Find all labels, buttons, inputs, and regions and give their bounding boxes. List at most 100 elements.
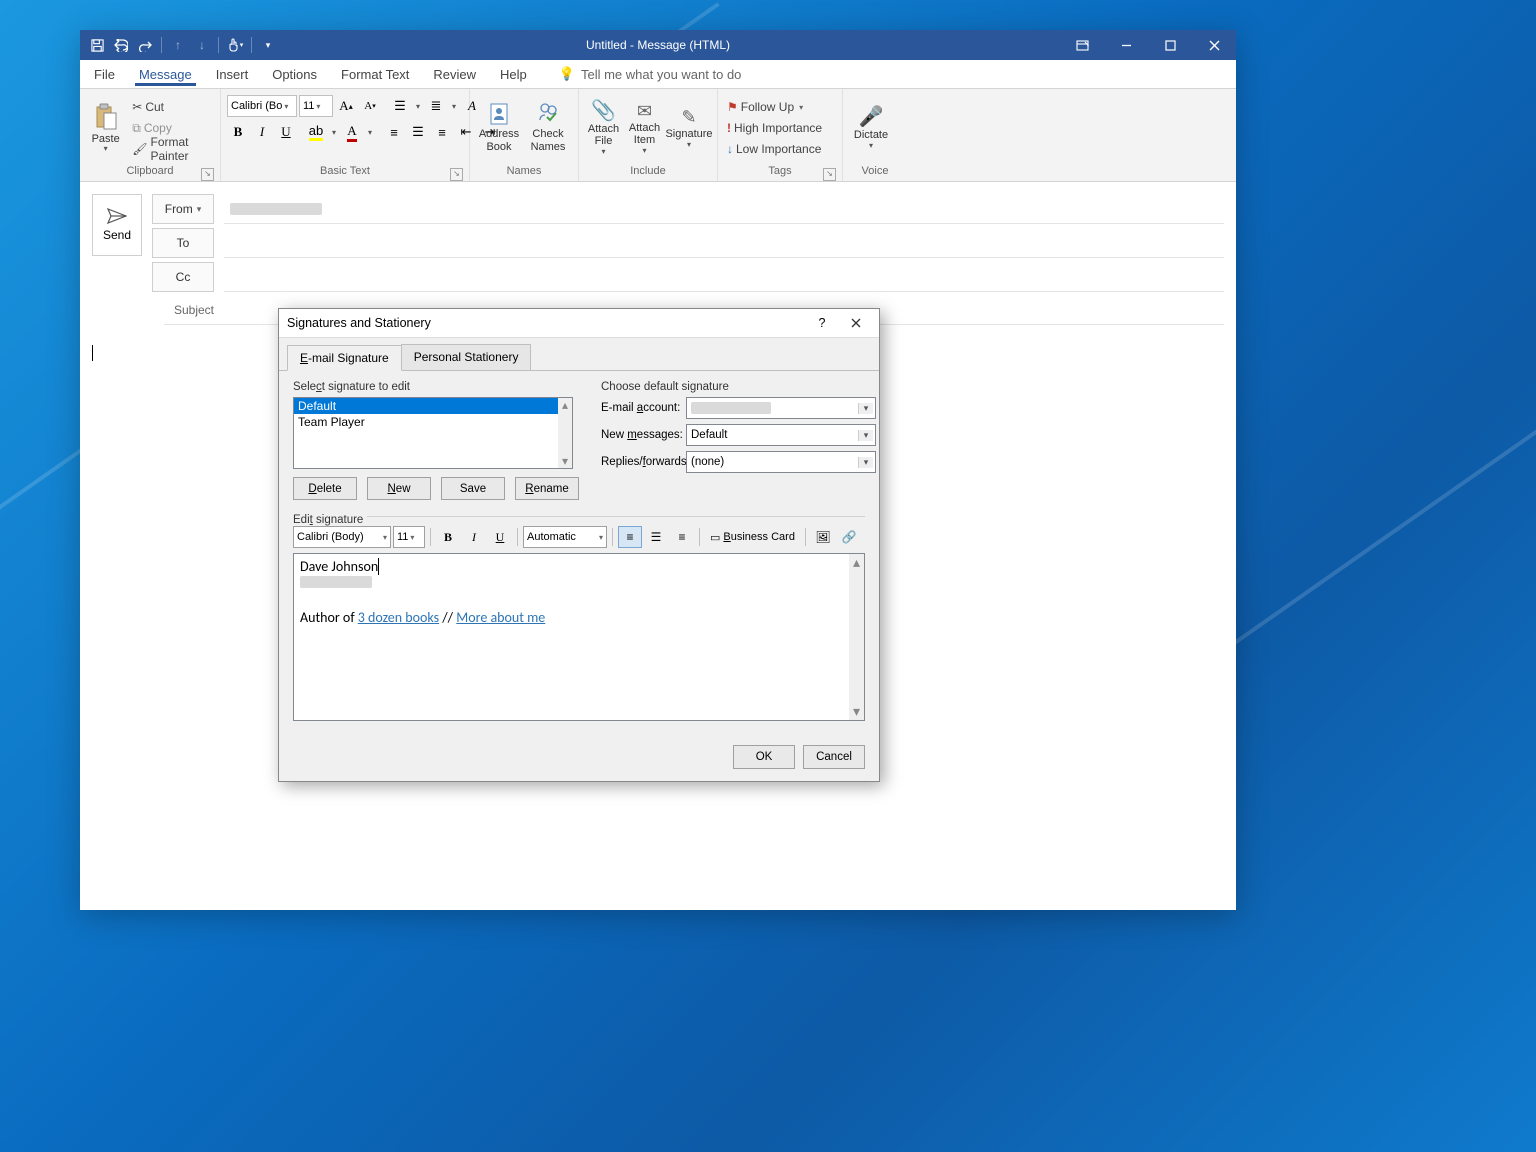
- highlight-icon[interactable]: ab: [305, 121, 327, 143]
- cancel-button[interactable]: Cancel: [803, 745, 865, 769]
- qat-customize-icon[interactable]: ▾: [257, 34, 279, 56]
- save-icon[interactable]: [86, 34, 108, 56]
- quick-access-toolbar: ↑ ↓ ▾ ▾: [80, 30, 285, 60]
- italic-icon[interactable]: I: [462, 526, 486, 548]
- list-item[interactable]: Team Player: [294, 414, 572, 430]
- from-field[interactable]: [224, 195, 1224, 224]
- paste-button[interactable]: Paste ▾: [86, 94, 125, 162]
- send-button[interactable]: Send: [92, 194, 142, 256]
- underline-icon[interactable]: U: [275, 121, 297, 143]
- align-left-icon[interactable]: ≡: [618, 526, 642, 548]
- dialog-launcher-icon[interactable]: ↘: [450, 168, 463, 181]
- scrollbar[interactable]: ▴▾: [558, 398, 572, 468]
- undo-icon[interactable]: [110, 34, 132, 56]
- insert-link-icon[interactable]: 🔗: [837, 526, 861, 548]
- ribbon-display-icon[interactable]: [1060, 30, 1104, 60]
- signature-button[interactable]: ✎Signature▾: [667, 94, 711, 162]
- align-center-icon[interactable]: ☰: [407, 121, 429, 143]
- sig-size-select[interactable]: 11▾: [393, 526, 425, 548]
- font-name-select[interactable]: Calibri (Bo▾: [227, 95, 297, 117]
- tab-file[interactable]: File: [82, 63, 127, 85]
- save-button[interactable]: Save: [441, 477, 505, 500]
- titlebar: ↑ ↓ ▾ ▾ Untitled - Message (HTML): [80, 30, 1236, 60]
- bullets-icon[interactable]: ☰: [389, 95, 411, 117]
- new-messages-select[interactable]: Default▾: [686, 424, 876, 446]
- tab-insert[interactable]: Insert: [204, 63, 261, 85]
- tab-email-signature[interactable]: E-mail Signature: [287, 345, 402, 371]
- format-painter-button[interactable]: 🖌Format Painter: [129, 139, 214, 159]
- tab-format-text[interactable]: Format Text: [329, 63, 421, 85]
- touch-mode-icon[interactable]: ▾: [224, 34, 246, 56]
- new-button[interactable]: New: [367, 477, 431, 500]
- align-center-icon[interactable]: ☰: [644, 526, 668, 548]
- maximize-button[interactable]: [1148, 30, 1192, 60]
- tell-me-search[interactable]: 💡 Tell me what you want to do: [559, 66, 742, 82]
- email-account-select[interactable]: ▾: [686, 397, 876, 419]
- cut-button[interactable]: ✂Cut: [129, 97, 214, 117]
- tab-message[interactable]: Message: [127, 63, 204, 85]
- names-group-label: Names: [507, 165, 542, 177]
- copy-button[interactable]: ⧉Copy: [129, 118, 214, 138]
- dialog-launcher-icon[interactable]: ↘: [201, 168, 214, 181]
- italic-icon[interactable]: I: [251, 121, 273, 143]
- address-book-button[interactable]: Address Book: [476, 94, 522, 162]
- sig-color-select[interactable]: Automatic▾: [523, 526, 607, 548]
- to-field[interactable]: [224, 229, 1224, 258]
- redo-icon[interactable]: [134, 34, 156, 56]
- signature-list[interactable]: Default Team Player ▴▾: [293, 397, 573, 469]
- ok-button[interactable]: OK: [733, 745, 795, 769]
- to-button[interactable]: To: [152, 228, 214, 258]
- from-button[interactable]: From ▾: [152, 194, 214, 224]
- attach-item-button[interactable]: ✉Attach Item▾: [626, 94, 663, 162]
- choose-default-label: Choose default signature: [601, 381, 876, 393]
- dialog-close-button[interactable]: [841, 312, 871, 334]
- grow-font-icon[interactable]: A▴: [335, 95, 357, 117]
- delete-button[interactable]: Delete: [293, 477, 357, 500]
- align-right-icon[interactable]: ≡: [670, 526, 694, 548]
- help-button[interactable]: ?: [807, 312, 837, 334]
- tab-review[interactable]: Review: [421, 63, 488, 85]
- replies-select[interactable]: (none)▾: [686, 451, 876, 473]
- sig-font-select[interactable]: Calibri (Body)▾: [293, 526, 391, 548]
- clipboard-group-label: Clipboard: [126, 165, 173, 177]
- envelope-icon: ✉: [637, 101, 652, 122]
- dictate-button[interactable]: 🎤Dictate▾: [849, 94, 893, 162]
- signature-editor[interactable]: Dave Johnson Author of 3 dozen books // …: [293, 553, 865, 721]
- follow-up-button[interactable]: ⚑Follow Up▾: [724, 97, 836, 117]
- align-right-icon[interactable]: ≡: [431, 121, 453, 143]
- microphone-icon: 🎤: [859, 106, 884, 129]
- list-item[interactable]: Default: [294, 398, 572, 414]
- link-books[interactable]: 3 dozen books: [358, 609, 439, 626]
- previous-icon[interactable]: ↑: [167, 34, 189, 56]
- tab-options[interactable]: Options: [260, 63, 329, 85]
- include-group-label: Include: [630, 165, 665, 177]
- attach-file-button[interactable]: 📎Attach File▾: [585, 94, 622, 162]
- link-more[interactable]: More about me: [456, 609, 545, 626]
- close-button[interactable]: [1192, 30, 1236, 60]
- bold-icon[interactable]: B: [436, 526, 460, 548]
- low-importance-button[interactable]: ↓Low Importance: [724, 139, 836, 159]
- dialog-launcher-icon[interactable]: ↘: [823, 168, 836, 181]
- cc-field[interactable]: [224, 263, 1224, 292]
- tab-personal-stationery[interactable]: Personal Stationery: [401, 344, 532, 370]
- next-icon[interactable]: ↓: [191, 34, 213, 56]
- shrink-font-icon[interactable]: A▾: [359, 95, 381, 117]
- insert-picture-icon[interactable]: 🖼: [811, 526, 835, 548]
- bold-icon[interactable]: B: [227, 121, 249, 143]
- tab-help[interactable]: Help: [488, 63, 539, 85]
- cc-button[interactable]: Cc: [152, 262, 214, 292]
- numbering-icon[interactable]: ≣: [425, 95, 447, 117]
- paperclip-icon: 📎: [591, 100, 616, 123]
- high-importance-button[interactable]: !High Importance: [724, 118, 836, 138]
- font-color-icon[interactable]: A: [341, 121, 363, 143]
- font-size-select[interactable]: 11▾: [299, 95, 333, 117]
- rename-button[interactable]: Rename: [515, 477, 579, 500]
- underline-icon[interactable]: U: [488, 526, 512, 548]
- check-names-button[interactable]: Check Names: [526, 94, 570, 162]
- business-card-button[interactable]: ▭Business Card: [705, 526, 800, 548]
- scrollbar[interactable]: ▴▾: [849, 554, 864, 720]
- align-left-icon[interactable]: ≡: [383, 121, 405, 143]
- email-account-label: E-mail account:: [601, 402, 686, 414]
- minimize-button[interactable]: [1104, 30, 1148, 60]
- basic-text-group-label: Basic Text: [320, 165, 370, 177]
